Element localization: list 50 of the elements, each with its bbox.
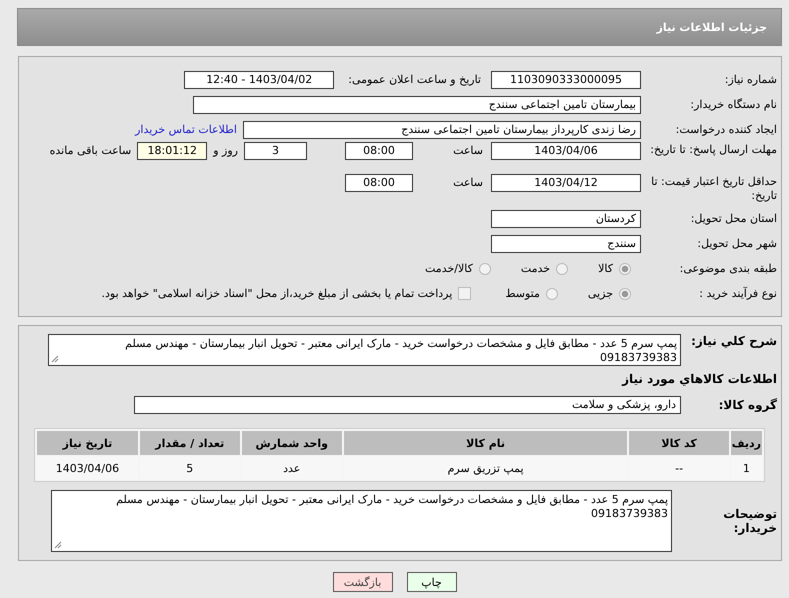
field-label: شهر محل تحویل: [696, 236, 778, 250]
radio-label: کالا/خدمت [425, 262, 473, 275]
field-label: طبقه بندی موضوعی: [678, 262, 778, 276]
resize-grip-icon[interactable] [51, 355, 59, 363]
radio-button[interactable] [619, 262, 631, 274]
radio-label: جزیی [588, 287, 613, 300]
radio-label: خدمت [520, 262, 550, 275]
field-label: حداقل تاریخ اعتبار قیمت: تا تاریخ: [650, 174, 778, 203]
resize-grip-icon[interactable] [54, 541, 62, 549]
action-button[interactable]: بازگشت [332, 572, 392, 592]
column-header: ردیف [730, 431, 762, 455]
field-label: ساعت [452, 176, 483, 189]
column-header: کد کالا [629, 431, 729, 455]
field-label: توضیحات خریدار: [722, 507, 778, 535]
date-field: 1403/04/06 [491, 142, 641, 160]
checkbox-label: پرداخت تمام یا بخشی از مبلغ خرید،از محل "اسناد خزانه اسلامی" خواهد بود. [102, 287, 452, 300]
field-label: روز و [213, 144, 238, 157]
column-header: واحد شمارش [242, 431, 342, 455]
column-header: نام کالا [344, 431, 628, 455]
radio-button[interactable] [546, 288, 558, 300]
checkbox[interactable] [458, 287, 472, 300]
page-title: جزئیات اطلاعات نیاز [656, 20, 767, 34]
action-button[interactable]: چاپ [406, 572, 456, 592]
field-label: تاریخ و ساعت اعلان عمومی: [348, 73, 481, 86]
field-label: گروه کالا: [718, 398, 778, 412]
contact-link[interactable]: اطلاعات تماس خریدار [135, 123, 237, 136]
time-field: 08:00 [345, 142, 413, 160]
radio-button[interactable] [619, 288, 631, 300]
section-heading: اطلاعات كالاهاي مورد نياز [620, 372, 778, 386]
radio-label: کالا [598, 262, 613, 275]
radio-label: متوسط [505, 287, 540, 300]
radio-button[interactable] [478, 262, 491, 274]
days-field: 3 [244, 142, 307, 160]
text-area: پمپ سرم 5 عدد - مطابق فایل و مشخصات درخواست خرید - مارک ایرانی معتبر - تحویل انبار بیمارستان - مهندس مسلم 09183739383 [48, 334, 681, 366]
radio-button[interactable] [556, 262, 568, 274]
field-label: ساعت باقی مانده [50, 144, 132, 157]
field-label: نام دستگاه خریدار: [689, 98, 778, 112]
field-label: مهلت ارسال پاسخ: تا تاریخ: [649, 142, 778, 157]
column-header: تاریخ نیاز [37, 431, 138, 455]
field-label: ساعت [452, 144, 483, 157]
text-area: پمپ سرم 5 عدد - مطابق فایل و مشخصات درخواست خرید - مارک ایرانی معتبر - تحویل انبار بیمارستان - مهندس مسلم 09183739383 [51, 490, 672, 552]
field-label: ایجاد کننده درخواست: [674, 122, 778, 136]
field-label: استان محل تحویل: [690, 212, 778, 226]
column-header: تعداد / مقدار [140, 431, 240, 455]
field-label: شرح كلي نياز: [690, 334, 778, 348]
field-label: شماره نیاز: [724, 72, 778, 86]
field-label: نوع فرآیند خرید : [698, 286, 778, 300]
date-field: 1403/04/12 [491, 174, 641, 192]
time-field: 08:00 [345, 174, 413, 192]
countdown-field: 18:01:12 [137, 142, 208, 160]
